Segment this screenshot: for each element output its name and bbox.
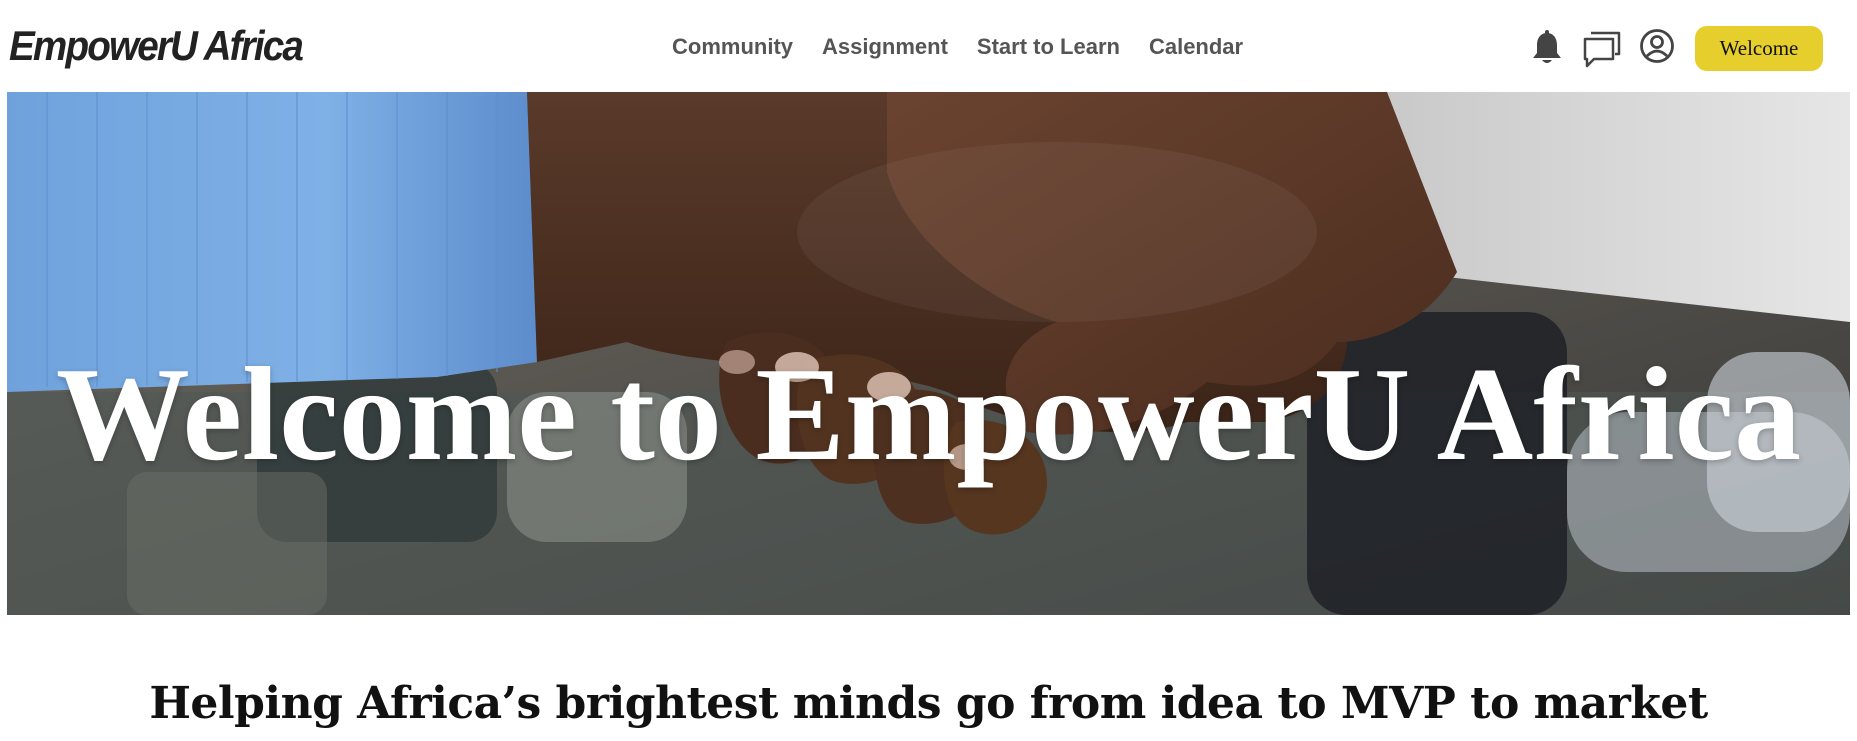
welcome-button[interactable]: Welcome	[1695, 26, 1823, 71]
bell-icon[interactable]	[1531, 30, 1563, 66]
nav-link-community[interactable]: Community	[672, 34, 793, 60]
chat-icon[interactable]	[1582, 30, 1622, 68]
top-navbar: EmpowerU Africa Community Assignment Sta…	[0, 0, 1857, 92]
user-icon[interactable]	[1639, 28, 1675, 64]
nav-link-calendar[interactable]: Calendar	[1149, 34, 1243, 60]
main-nav: Community Assignment Start to Learn Cale…	[672, 34, 1243, 60]
tagline: Helping Africa’s brightest minds go from…	[149, 677, 1708, 729]
page: EmpowerU Africa Community Assignment Sta…	[0, 0, 1857, 741]
nav-link-assignment[interactable]: Assignment	[822, 34, 948, 60]
hero-title: Welcome to EmpowerU Africa	[55, 339, 1802, 488]
site-logo[interactable]: EmpowerU Africa	[9, 22, 304, 70]
nav-link-start-to-learn[interactable]: Start to Learn	[977, 34, 1120, 60]
hero-banner: Welcome to EmpowerU Africa	[7, 92, 1850, 615]
